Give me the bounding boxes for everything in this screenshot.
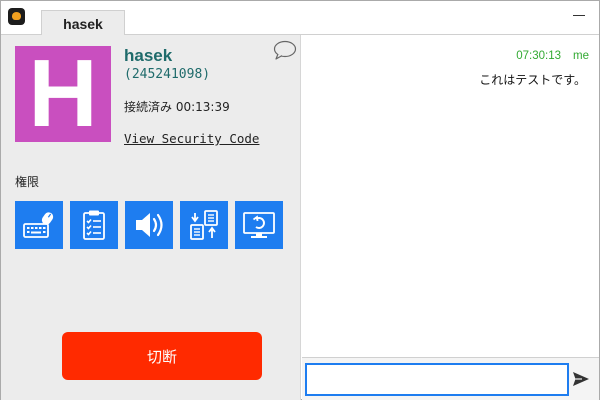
disconnect-button[interactable]: 切断	[62, 332, 262, 380]
clipboard-icon	[83, 210, 105, 240]
avatar: H	[15, 46, 111, 142]
message-sender: me	[573, 50, 589, 62]
avatar-letter: H	[28, 40, 98, 147]
message-meta: 07:30:13 me	[516, 50, 589, 62]
tab-bar: hasek	[1, 1, 599, 36]
minimize-icon[interactable]	[573, 11, 586, 21]
clipboard-permission-button[interactable]	[70, 201, 118, 249]
keyboard-mouse-icon	[23, 212, 54, 238]
restart-icon	[243, 212, 275, 238]
restart-permission-button[interactable]	[235, 201, 283, 249]
audio-permission-button[interactable]	[125, 201, 173, 249]
session-window: hasek H hasek (245241098) 接続済み 00:13:39 …	[0, 0, 600, 400]
speaker-icon	[136, 213, 163, 237]
view-security-code-link[interactable]: View Security Code	[124, 131, 259, 146]
message-time: 07:30:13	[516, 50, 562, 62]
chat-bubble-icon[interactable]	[273, 40, 297, 60]
message-text: これはテストです。	[479, 73, 586, 87]
user-name: hasek	[124, 46, 173, 65]
connection-status: 接続済み 00:13:39	[124, 100, 230, 114]
permissions-label: 権限	[15, 175, 40, 189]
user-id: (245241098)	[124, 67, 211, 82]
connection-panel: H hasek (245241098) 接続済み 00:13:39 View S…	[1, 35, 301, 400]
tab-session[interactable]: hasek	[41, 10, 125, 36]
chat-input-area	[302, 357, 599, 400]
chat-panel: 07:30:13 me これはテストです。	[302, 35, 599, 400]
file-transfer-permission-button[interactable]	[180, 201, 228, 249]
send-icon[interactable]	[572, 371, 590, 387]
keyboard-mouse-permission-button[interactable]	[15, 201, 63, 249]
app-logo-icon	[8, 8, 25, 25]
chat-message-input[interactable]	[305, 363, 569, 396]
file-transfer-icon	[190, 210, 218, 240]
